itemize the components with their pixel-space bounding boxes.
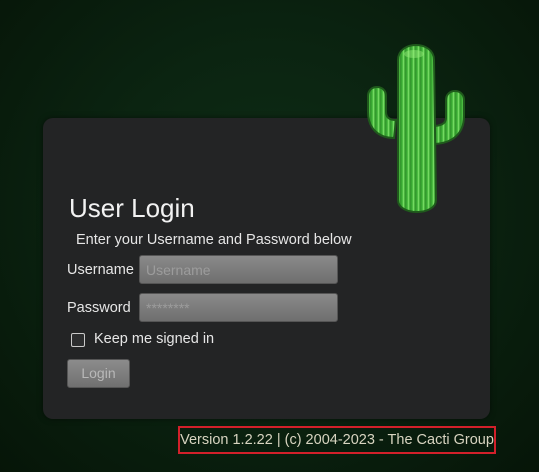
username-label: Username xyxy=(67,262,134,278)
password-input[interactable] xyxy=(139,293,338,322)
password-label: Password xyxy=(67,300,131,316)
cactus-logo-icon xyxy=(367,44,465,213)
keep-signed-in-checkbox[interactable] xyxy=(71,333,85,347)
username-input[interactable] xyxy=(139,255,338,284)
login-instructions: Enter your Username and Password below xyxy=(76,232,352,248)
version-footer: Version 1.2.22 | (c) 2004-2023 - The Cac… xyxy=(178,426,496,454)
login-button[interactable]: Login xyxy=(67,359,130,388)
page-title: User Login xyxy=(69,193,195,223)
keep-signed-in-label[interactable]: Keep me signed in xyxy=(94,330,214,348)
